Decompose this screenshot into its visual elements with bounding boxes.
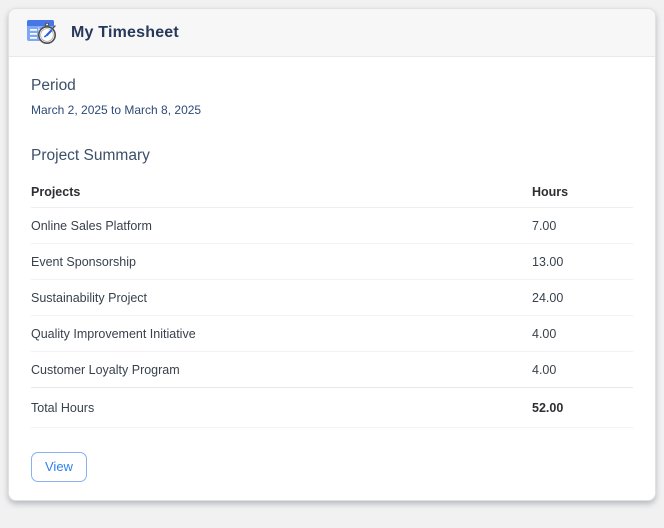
view-button[interactable]: View (31, 452, 87, 482)
project-summary-table: Projects Hours Online Sales Platform 7.0… (31, 177, 633, 428)
project-name: Customer Loyalty Program (31, 362, 180, 377)
period-heading: Period (31, 77, 76, 94)
project-hours: 24.00 (532, 290, 564, 305)
period-range: March 2, 2025 to March 8, 2025 (31, 103, 202, 117)
project-hours: 4.00 (532, 362, 557, 377)
project-name: Online Sales Platform (31, 218, 152, 233)
table-row: Online Sales Platform 7.00 (31, 208, 633, 244)
timesheet-calendar-stopwatch-icon (25, 16, 59, 50)
hours-column-header: Hours (532, 185, 569, 199)
table-row: Customer Loyalty Program 4.00 (31, 352, 633, 388)
projects-column-header: Projects (31, 185, 81, 199)
total-hours: 52.00 (532, 400, 564, 415)
my-timesheet-card: My Timesheet Period March 2, 2025 to Mar… (8, 8, 656, 501)
table-row: Sustainability Project 24.00 (31, 280, 633, 316)
project-hours: 7.00 (532, 218, 557, 233)
card-body: Period March 2, 2025 to March 8, 2025 Pr… (9, 57, 655, 500)
project-name: Quality Improvement Initiative (31, 326, 196, 341)
table-row: Event Sponsorship 13.00 (31, 244, 633, 280)
project-hours: 13.00 (532, 254, 564, 269)
page: My Timesheet Period March 2, 2025 to Mar… (0, 0, 664, 509)
project-name: Event Sponsorship (31, 254, 136, 269)
table-header-row: Projects Hours (31, 177, 633, 208)
project-hours: 4.00 (532, 326, 557, 341)
total-label: Total Hours (31, 400, 95, 415)
card-header: My Timesheet (9, 9, 655, 57)
page-title: My Timesheet (71, 23, 179, 41)
project-name: Sustainability Project (31, 290, 148, 305)
table-row: Quality Improvement Initiative 4.00 (31, 316, 633, 352)
project-summary-heading: Project Summary (31, 147, 150, 164)
total-row: Total Hours 52.00 (31, 388, 633, 428)
